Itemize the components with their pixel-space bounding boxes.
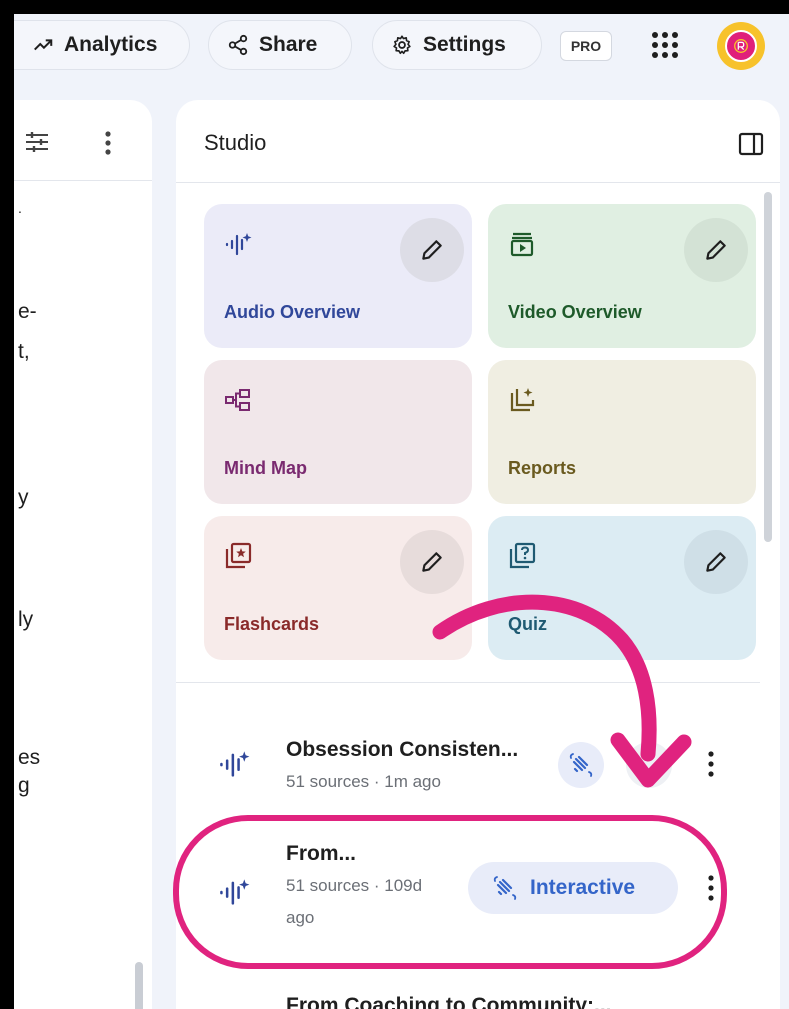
sources-panel-header <box>14 100 152 181</box>
gear-icon <box>393 35 411 55</box>
pencil-icon <box>422 240 442 260</box>
item-meta: 51 sources · 109d <box>286 876 423 895</box>
list-item[interactable]: Obsession Consisten... 51 sources · 1m a… <box>176 720 780 820</box>
studio-header-divider <box>176 182 780 183</box>
settings-button[interactable]: Settings <box>372 20 542 70</box>
audio-waveform-icon <box>220 751 250 777</box>
interactive-button[interactable]: Interactive <box>468 862 678 914</box>
text-fragment: t, <box>18 340 30 363</box>
item-meta: 51 sources · 1m ago <box>286 772 441 791</box>
apps-grid-icon[interactable] <box>650 30 680 60</box>
card-label: Reports <box>508 458 577 478</box>
more-vert-icon[interactable] <box>104 130 112 156</box>
analytics-label: Analytics <box>64 33 158 56</box>
interactive-wave-icon <box>569 753 593 777</box>
audio-overview-card[interactable]: Audio Overview <box>204 204 472 348</box>
item-title: From Coaching to Community:... <box>286 994 612 1009</box>
share-icon <box>228 34 248 56</box>
item-title: Obsession Consisten... <box>286 738 519 761</box>
card-label: Mind Map <box>224 458 307 478</box>
pencil-icon <box>422 552 442 572</box>
more-vert-icon[interactable] <box>704 750 718 778</box>
list-item[interactable]: From Coaching to Community:... <box>176 970 780 1009</box>
edit-video-button[interactable] <box>684 218 748 282</box>
card-label: Quiz <box>508 614 547 634</box>
avatar-logo-icon <box>725 30 757 62</box>
card-label: Flashcards <box>224 614 320 634</box>
text-fragment: e- <box>18 300 37 323</box>
edit-quiz-button[interactable] <box>684 530 748 594</box>
edit-audio-button[interactable] <box>400 218 464 282</box>
list-item-highlighted[interactable]: From... 51 sources · 109d ago Interactiv… <box>176 830 780 954</box>
flashcards-card[interactable]: Flashcards <box>204 516 472 660</box>
screen-border-left <box>0 0 14 1009</box>
screen-border-top <box>0 0 789 14</box>
interactive-wave-icon <box>493 876 517 900</box>
sources-panel: . e- t, y ly es g <box>14 100 152 1009</box>
quiz-card[interactable]: Quiz <box>488 516 756 660</box>
studio-divider <box>176 682 760 683</box>
collapse-panel-icon[interactable] <box>738 132 764 156</box>
quiz-icon <box>509 542 536 569</box>
studio-title: Studio <box>204 130 267 155</box>
more-vert-icon[interactable] <box>704 874 718 902</box>
mind-map-card[interactable]: Mind Map <box>204 360 472 504</box>
pencil-icon <box>706 552 726 572</box>
text-fragment: ly <box>18 608 34 631</box>
settings-label: Settings <box>423 33 506 56</box>
text-fragment-dot: . <box>18 200 22 216</box>
flashcards-icon <box>225 542 252 569</box>
audio-waveform-icon <box>225 233 252 256</box>
edit-flashcards-button[interactable] <box>400 530 464 594</box>
item-meta: ago <box>286 908 315 927</box>
pencil-icon <box>706 240 726 260</box>
pro-badge: PRO <box>560 31 612 61</box>
card-label: Audio Overview <box>224 302 361 322</box>
item-secondary-button[interactable] <box>626 742 672 788</box>
studio-scrollbar[interactable] <box>764 192 772 542</box>
interactive-button[interactable] <box>558 742 604 788</box>
reports-icon <box>510 388 535 412</box>
audio-waveform-icon <box>220 879 250 905</box>
share-button[interactable]: Share <box>208 20 352 70</box>
app-window: Analytics Share Settings PRO . e- t, y l… <box>0 0 789 1009</box>
analytics-button[interactable]: Analytics <box>4 20 190 70</box>
card-label: Video Overview <box>508 302 642 322</box>
video-overview-card[interactable]: Video Overview <box>488 204 756 348</box>
text-fragment: es <box>18 746 41 769</box>
text-fragment: y <box>18 486 29 509</box>
video-icon <box>510 232 534 257</box>
studio-panel: Studio Audio Overview Video Overview Min… <box>176 100 780 1009</box>
sources-scrollbar[interactable] <box>135 962 143 1009</box>
text-fragment: g <box>18 774 30 797</box>
trending-up-icon <box>34 39 53 51</box>
share-label: Share <box>259 33 318 56</box>
avatar[interactable] <box>717 22 765 70</box>
reports-card[interactable]: Reports <box>488 360 756 504</box>
tune-icon[interactable] <box>24 130 50 154</box>
interactive-label: Interactive <box>530 876 636 899</box>
item-title: From... <box>286 842 357 865</box>
mind-map-icon <box>225 389 250 411</box>
